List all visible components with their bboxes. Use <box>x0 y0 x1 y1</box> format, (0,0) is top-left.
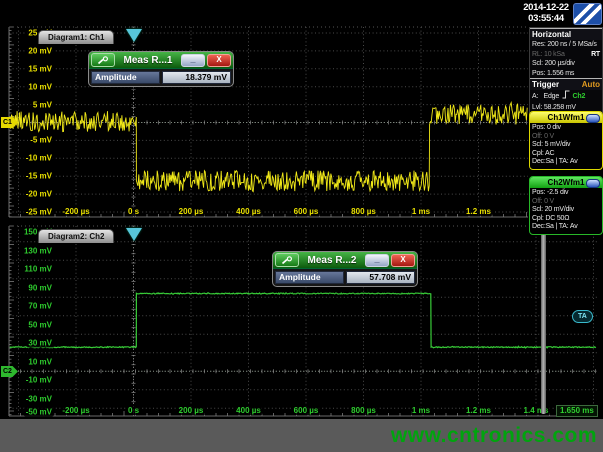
axis-label: 5 mV <box>31 100 54 109</box>
measurement-value: 57.708 mV <box>346 271 415 284</box>
axis-label: -10 mV <box>24 376 54 385</box>
acquisition-end-time-label: 1.650 ms <box>556 405 598 417</box>
horizontal-section-header[interactable]: Horizontal <box>530 28 602 40</box>
minimize-button[interactable]: _ <box>365 254 389 267</box>
axis-label: 15 mV <box>26 64 54 73</box>
ch2-waveform-dialog[interactable]: Ch2Wfm1 Pos: -2.5 div Off: 0 V Scl: 20 m… <box>529 176 603 235</box>
horizontal-title: Horizontal <box>532 30 571 39</box>
axis-label: 1.4 ms <box>522 406 551 415</box>
measurement-popup-2: Meas R...2 _ X Amplitude 57.708 mV <box>272 251 418 287</box>
axis-label: 600 µs <box>292 207 321 216</box>
axis-label: 0 s <box>126 406 141 415</box>
ch2-scale: Scl: 20 mV/div <box>532 206 600 215</box>
ch2-offset: Off: 0 V <box>532 198 600 207</box>
axis-label: 1 ms <box>410 406 432 415</box>
diagram-splitter[interactable] <box>541 228 546 414</box>
axis-label: -5 mV <box>28 136 54 145</box>
rohde-schwarz-logo-icon <box>573 3 602 25</box>
oscilloscope-screen: Diagram1: Ch1 Diagram2: Ch2 C1 C2 TA 1.6… <box>0 0 603 452</box>
ch1-offset: Off: 0 V <box>532 133 600 142</box>
axis-label: -25 mV <box>24 208 54 217</box>
measurement-popup-title: Meas R...2 <box>301 255 363 266</box>
axis-label: -200 µs <box>60 406 91 415</box>
trigger-section-header[interactable]: Trigger Auto <box>530 78 602 90</box>
axis-label: 200 µs <box>177 207 206 216</box>
axis-label: -200 µs <box>60 207 91 216</box>
trigger-level-badge[interactable]: TA <box>572 310 593 323</box>
axis-label: 10 mV <box>26 82 54 91</box>
axis-label: 0 s <box>126 207 141 216</box>
tab-diagram2[interactable]: Diagram2: Ch2 <box>38 229 114 243</box>
ch2-coupling: Cpl: DC 50Ω <box>532 215 600 224</box>
ch2-position: Pos: -2.5 div <box>532 189 600 198</box>
axis-label: 30 mV <box>26 339 54 348</box>
ch2-waveform-dialog-header[interactable]: Ch2Wfm1 <box>530 177 602 188</box>
axis-label: 110 mV <box>22 265 54 274</box>
axis-label: 130 mV <box>22 246 54 255</box>
ch1-scale: Scl: 5 mV/div <box>532 141 600 150</box>
ch1-waveform-dialog[interactable]: Ch1Wfm1 Pos: 0 div Off: 0 V Scl: 5 mV/di… <box>529 111 603 170</box>
measurement-parameter: Amplitude <box>91 71 160 84</box>
axis-label: 600 µs <box>292 406 321 415</box>
axis-label: 90 mV <box>26 283 54 292</box>
trigger-mode: Auto <box>582 80 600 89</box>
axis-label: -15 mV <box>24 172 54 181</box>
axis-label: 10 mV <box>26 357 54 366</box>
minimize-button[interactable]: _ <box>181 54 205 67</box>
ch1-waveform-dialog-header[interactable]: Ch1Wfm1 <box>530 112 602 123</box>
axis-label: 70 mV <box>26 302 54 311</box>
ch2-trace <box>10 293 596 348</box>
trigger-title: Trigger <box>532 80 559 89</box>
axis-label: -20 mV <box>24 190 54 199</box>
axis-label: 1 ms <box>410 207 432 216</box>
measurement-popup-title: Meas R...1 <box>117 55 179 66</box>
trigger-source: Ch2 <box>573 93 586 100</box>
ch1-decimation: Dec:Sa | TA: Av <box>532 158 600 167</box>
axis-label: -50 mV <box>24 408 54 417</box>
axis-label: 400 µs <box>234 207 263 216</box>
bottom-bar: www.cntronics.com <box>0 419 603 452</box>
tab-diagram1[interactable]: Diagram1: Ch1 <box>38 30 114 44</box>
axis-label: 50 mV <box>26 320 54 329</box>
ch1-position: Pos: 0 div <box>532 124 600 133</box>
ch2-decimation: Dec:Sa | TA: Av <box>532 223 600 232</box>
rising-edge-icon <box>562 90 570 103</box>
wrench-icon[interactable] <box>275 253 299 267</box>
horizontal-record-length: RT RL: 10 kSa <box>530 50 602 60</box>
axis-label: 800 µs <box>349 207 378 216</box>
watermark-text: www.cntronics.com <box>391 424 597 448</box>
trigger-position-marker-icon[interactable] <box>126 29 142 42</box>
axis-label: 200 µs <box>177 406 206 415</box>
axis-label: -10 mV <box>24 154 54 163</box>
time-label: 03:55:44 <box>521 13 571 24</box>
measurement-popup-titlebar[interactable]: Meas R...1 _ X <box>89 52 233 69</box>
axis-label: 400 µs <box>234 406 263 415</box>
axis-label: 1.2 ms <box>464 406 493 415</box>
close-button[interactable]: X <box>391 254 415 267</box>
axis-label: 20 mV <box>26 46 54 55</box>
trigger-source-row: A: Edge Ch2 <box>530 90 602 103</box>
axis-label: 800 µs <box>349 406 378 415</box>
horizontal-scale: Scl: 200 µs/div <box>530 59 602 69</box>
realtime-flag: RT <box>591 50 600 60</box>
close-button[interactable]: X <box>207 54 231 67</box>
waveform-visible-icon[interactable] <box>586 179 600 188</box>
horizontal-resolution: Res: 200 ns / 5 MSa/s <box>530 40 602 50</box>
date-label: 2014-12-22 <box>521 2 571 13</box>
axis-label: 1.2 ms <box>464 207 493 216</box>
measurement-popup-1: Meas R...1 _ X Amplitude 18.379 mV <box>88 51 234 87</box>
datetime-display: 2014-12-22 03:55:44 <box>521 2 571 24</box>
settings-sidebar: Horizontal Res: 200 ns / 5 MSa/s RT RL: … <box>529 27 603 113</box>
ch1-trace <box>10 103 527 192</box>
measurement-value: 18.379 mV <box>162 71 231 84</box>
measurement-popup-titlebar[interactable]: Meas R...2 _ X <box>273 252 417 269</box>
waveform-visible-icon[interactable] <box>586 114 600 123</box>
wrench-icon[interactable] <box>91 53 115 67</box>
horizontal-position: Pos: 1.556 ms <box>530 69 602 79</box>
ch1-coupling: Cpl: AC <box>532 150 600 159</box>
measurement-parameter: Amplitude <box>275 271 344 284</box>
trigger-position-marker-icon[interactable] <box>126 228 142 241</box>
axis-label: -30 mV <box>24 394 54 403</box>
